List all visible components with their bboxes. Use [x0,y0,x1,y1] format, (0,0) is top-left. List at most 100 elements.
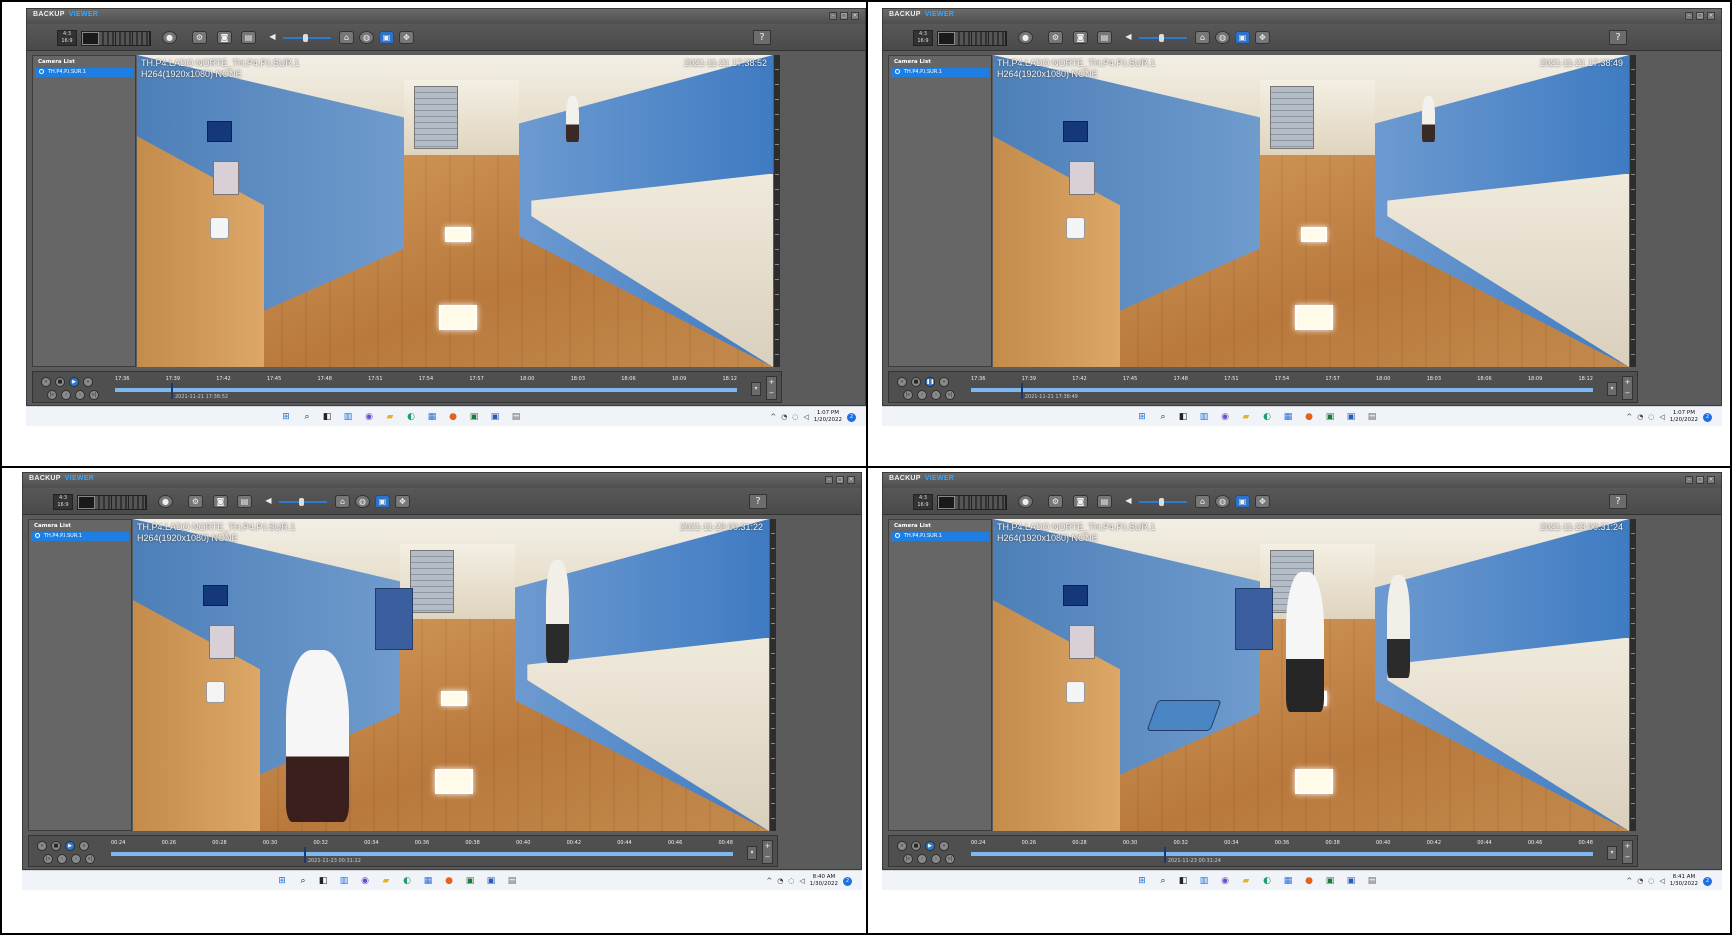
camera-list-item[interactable]: TH.P4.P.I.SUR.1 [31,532,129,541]
excel-icon[interactable]: ▣ [1324,411,1336,423]
minimize-button[interactable]: – [829,12,837,20]
print-icon[interactable]: ▤ [1097,31,1112,44]
volume-icon[interactable]: ◁ [1659,877,1664,885]
widgets-icon[interactable]: ▥ [1198,875,1210,887]
viewer-app-icon[interactable]: ▤ [506,875,518,887]
edge-icon[interactable]: ◐ [405,411,417,423]
play-icon[interactable]: ▶ [69,377,79,387]
firefox-icon[interactable]: ● [1303,875,1315,887]
timeline-range-dropdown[interactable]: ▾ [751,382,761,396]
windows-start-icon[interactable]: ⊞ [1136,411,1148,423]
settings-icon[interactable]: ⚙ [1048,495,1063,508]
aspect-ratio-toggle[interactable]: 4:3 16:9 [57,30,77,46]
snapshot-icon[interactable]: ◙ [1073,31,1088,44]
layout-3x3-button[interactable] [116,32,133,45]
fullscreen-icon[interactable]: ▣ [379,31,394,44]
maximize-button[interactable]: □ [1696,12,1704,20]
video-view[interactable]: TH.P4.LADO NORTE_TH.P4.P.I.SUR.1 H264(19… [137,55,773,367]
system-clock[interactable]: 1:07 PM 1/20/2022 [1670,410,1698,424]
network-icon[interactable]: ◔ [1637,413,1643,421]
fullscreen-icon[interactable]: ▣ [375,495,390,508]
timeline-scale-bar[interactable] [770,519,776,831]
timeline-position-marker[interactable] [170,383,173,399]
speaker-icon[interactable]: ◀ [265,31,280,44]
volume-knob[interactable] [1159,498,1164,506]
settings-icon[interactable]: ⚙ [192,31,207,44]
play-icon[interactable]: ▶ [925,841,935,851]
wifi-icon[interactable]: ◌ [788,877,794,885]
camera-list-item[interactable]: TH.P4.P.I.SUR.1 [35,68,133,77]
word-icon[interactable]: ▣ [1345,411,1357,423]
aspect-ratio-toggle[interactable]: 4:3 16:9 [913,494,933,510]
step-forward-icon[interactable]: › [931,854,941,864]
timeline-range-dropdown[interactable]: ▾ [1607,382,1617,396]
step-forward-icon[interactable]: › [71,854,81,864]
skip-forward-icon[interactable]: »| [945,390,955,400]
step-back-icon[interactable]: ‹ [917,854,927,864]
skip-forward-icon[interactable]: »| [945,854,955,864]
layout-2x2-button[interactable] [955,32,972,45]
timeline-position-marker[interactable] [303,847,306,863]
title-bar[interactable]: BACKUP VIEWER – □ × [883,9,1721,24]
widgets-icon[interactable]: ▥ [342,411,354,423]
volume-knob[interactable] [299,498,304,506]
timeline-track[interactable] [971,852,1593,856]
layout-2x2-button[interactable] [99,32,116,45]
camera-ring-icon[interactable]: ● [1018,495,1033,508]
skip-back-icon[interactable]: |« [47,390,57,400]
excel-icon[interactable]: ▣ [468,411,480,423]
speaker-icon[interactable]: ◀ [261,495,276,508]
help-button[interactable]: ? [1609,30,1627,45]
skip-back-icon[interactable]: |« [43,854,53,864]
chevron-up-icon[interactable]: ^ [770,413,776,421]
aspect-ratio-toggle[interactable]: 4:3 16:9 [53,494,73,510]
chevron-up-icon[interactable]: ^ [1626,413,1632,421]
fullscreen-icon[interactable]: ▣ [1235,495,1250,508]
search-icon[interactable]: ⌕ [1157,411,1169,423]
snapshot-icon[interactable]: ◙ [1073,495,1088,508]
stop-icon[interactable]: ■ [51,841,61,851]
chat-icon[interactable]: ◉ [1219,875,1231,887]
aspect-ratio-toggle[interactable]: 4:3 16:9 [913,30,933,46]
notification-badge[interactable]: 2 [847,412,856,422]
skip-forward-icon[interactable]: »| [89,390,99,400]
timeline-zoom-control[interactable]: + − [1622,840,1633,864]
timeline-range-dropdown[interactable]: ▾ [747,846,757,860]
chat-icon[interactable]: ◉ [363,411,375,423]
video-view[interactable]: TH.P4.LADO NORTE_TH.P4.P.I.SUR.1 H264(19… [993,519,1629,831]
task-view-icon[interactable]: ◧ [1177,411,1189,423]
fast-forward-icon[interactable]: » [83,377,93,387]
layout-1x1-button[interactable] [82,32,99,45]
timeline-scale-bar[interactable] [1630,55,1636,367]
step-forward-icon[interactable]: › [75,390,85,400]
search-icon[interactable]: ⌕ [1157,875,1169,887]
layout-2x2-button[interactable] [955,496,972,509]
word-icon[interactable]: ▣ [1345,875,1357,887]
step-forward-icon[interactable]: › [931,390,941,400]
excel-icon[interactable]: ▣ [464,875,476,887]
edge-icon[interactable]: ◐ [1261,875,1273,887]
print-icon[interactable]: ▤ [237,495,252,508]
firefox-icon[interactable]: ● [1303,411,1315,423]
word-icon[interactable]: ▣ [489,411,501,423]
maximize-button[interactable]: □ [1696,476,1704,484]
dewarp-icon[interactable]: ⌂ [335,495,350,508]
file-explorer-icon[interactable]: ▰ [1240,411,1252,423]
wifi-icon[interactable]: ◌ [1648,877,1654,885]
minimize-button[interactable]: – [1685,476,1693,484]
fast-forward-icon[interactable]: » [939,377,949,387]
notification-badge[interactable]: 2 [1703,412,1712,422]
viewer-app-icon[interactable]: ▤ [510,411,522,423]
title-bar[interactable]: BACKUP VIEWER – □ × [23,473,861,488]
timeline-zoom-control[interactable]: + − [766,376,777,400]
windows-start-icon[interactable]: ⊞ [1136,875,1148,887]
maximize-button[interactable]: □ [840,12,848,20]
timeline-track[interactable] [111,852,733,856]
notification-badge[interactable]: 2 [1703,876,1712,886]
store-icon[interactable]: ▦ [1282,411,1294,423]
network-icon[interactable]: ◔ [1637,877,1643,885]
title-bar[interactable]: BACKUP VIEWER – □ × [883,473,1721,488]
timeline-scale-bar[interactable] [1630,519,1636,831]
wifi-icon[interactable]: ◌ [792,413,798,421]
volume-knob[interactable] [303,34,308,42]
